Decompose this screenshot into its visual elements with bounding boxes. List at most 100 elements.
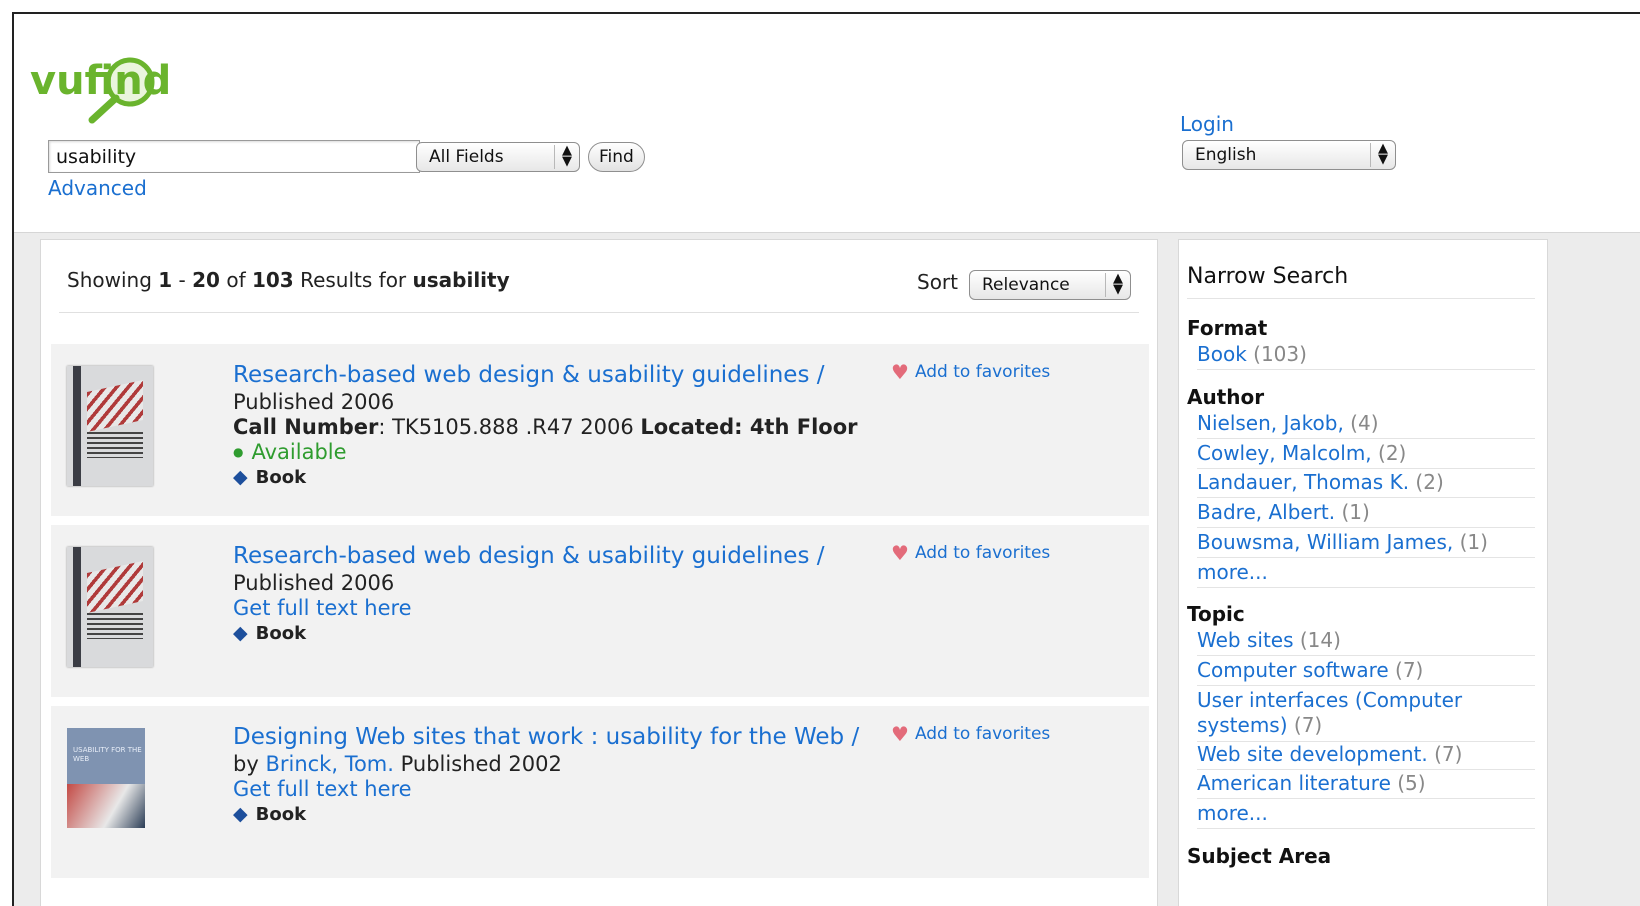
facet-divider [1187, 298, 1535, 299]
result-title-link[interactable]: Designing Web sites that work : usabilit… [233, 724, 859, 750]
result-published: Published 2006 [233, 390, 395, 414]
facet-label: Landauer, Thomas K. [1197, 470, 1410, 494]
location-label: Located: 4th Floor [640, 415, 858, 439]
range-end: 20 [192, 268, 220, 292]
facet-item[interactable]: Web site development. (7) [1197, 742, 1535, 770]
facet-label: Badre, Albert. [1197, 500, 1336, 524]
format-text: Book [255, 467, 307, 488]
book-cover-thumbnail[interactable] [67, 366, 153, 486]
results-divider [59, 312, 1139, 313]
availability-label: Available [251, 440, 347, 464]
sort-label: Sort [917, 270, 958, 294]
results-summary: Showing 1 - 20 of 103 Results for usabil… [67, 268, 510, 292]
facet-label: User interfaces (Computer [1197, 688, 1463, 712]
book-format-icon: ◆ [233, 622, 248, 644]
by-label: by [233, 752, 259, 776]
advanced-search-link[interactable]: Advanced [48, 176, 147, 200]
facet-item[interactable]: Badre, Albert. (1) [1197, 500, 1535, 528]
facet-count: (1) [1341, 500, 1370, 524]
facet-count: (7) [1293, 713, 1323, 737]
search-field-select[interactable]: All Fields ▲ ▼ [416, 142, 580, 172]
facet-count: (7) [1395, 658, 1424, 682]
add-to-favorites-link[interactable]: ♥ Add to favorites [891, 541, 1050, 565]
language-value: English [1195, 145, 1257, 165]
result-published: Published 2006 [233, 571, 395, 595]
find-button[interactable]: Find [588, 142, 645, 172]
facet-item[interactable]: Cowley, Malcolm, (2) [1197, 441, 1535, 469]
showing-label: Showing [67, 268, 152, 292]
format-label: ◆ Book [233, 622, 306, 644]
facet-heading-subject-area: Subject Area [1187, 844, 1332, 868]
search-input[interactable] [48, 140, 420, 173]
heart-icon: ♥ [891, 722, 909, 746]
author-link[interactable]: Brinck, Tom. [265, 752, 393, 776]
select-arrows-icon: ▲ ▼ [1370, 142, 1395, 167]
facet-count: (1) [1459, 530, 1488, 554]
results-total: 103 [251, 268, 294, 292]
call-number-label: Call Number [233, 415, 379, 439]
result-record: Research-based web design & usability gu… [51, 525, 1149, 697]
facet-count: (4) [1350, 411, 1379, 435]
sort-select[interactable]: Relevance ▲ ▼ [969, 270, 1131, 300]
cover-text: USABILITY FOR THE WEB [73, 746, 142, 763]
favorites-label: Add to favorites [914, 543, 1051, 563]
book-cover-thumbnail[interactable]: USABILITY FOR THE WEB [67, 728, 145, 828]
results-panel: Showing 1 - 20 of 103 Results for usabil… [40, 239, 1158, 906]
narrow-search-title: Narrow Search [1187, 264, 1349, 289]
facet-item[interactable]: American literature (5) [1197, 771, 1535, 799]
result-call-number: Call Number: TK5105.888 .R47 2006 Locate… [233, 415, 858, 439]
facet-more-link[interactable]: more... [1197, 560, 1535, 588]
facet-item[interactable]: Book (103) [1197, 342, 1535, 370]
range-start: 1 [158, 268, 173, 292]
facet-heading-format: Format [1187, 316, 1268, 340]
facet-count: (7) [1434, 742, 1463, 766]
format-label: ◆ Book [233, 466, 306, 488]
facet-item[interactable]: Web sites (14) [1197, 628, 1535, 656]
result-record: USABILITY FOR THE WEB Designing Web site… [51, 706, 1149, 878]
login-link[interactable]: Login [1180, 112, 1234, 136]
sort-control: Sort [917, 270, 958, 294]
add-to-favorites-link[interactable]: ♥ Add to favorites [891, 360, 1050, 384]
result-published: Published 2002 [400, 752, 562, 776]
add-to-favorites-link[interactable]: ♥ Add to favorites [891, 722, 1050, 746]
facet-count: (14) [1299, 628, 1341, 652]
facet-label: Web sites [1197, 628, 1294, 652]
availability-status: ● Available [233, 440, 347, 464]
facet-label: American literature [1197, 771, 1391, 795]
format-label: ◆ Book [233, 803, 306, 825]
facet-item[interactable]: User interfaces (Computer systems) (7) [1197, 688, 1535, 742]
facet-label: Web site development. [1197, 742, 1428, 766]
result-title-link[interactable]: Research-based web design & usability gu… [233, 362, 825, 388]
sort-value: Relevance [982, 275, 1070, 295]
of-label: of [226, 268, 246, 292]
result-byline: by Brinck, Tom. Published 2002 [233, 752, 562, 776]
heart-icon: ♥ [891, 360, 909, 384]
app-frame: vufind All Fields ▲▼ Find Advanced Login… [12, 12, 1640, 906]
book-cover-thumbnail[interactable] [67, 547, 153, 667]
book-format-icon: ◆ [233, 803, 248, 825]
heart-icon: ♥ [891, 541, 909, 565]
results-query: usability [412, 268, 510, 292]
search-field-value: All Fields [429, 147, 504, 167]
logo-text: vufind [30, 58, 171, 104]
result-title-link[interactable]: Research-based web design & usability gu… [233, 543, 825, 569]
language-select[interactable]: English ▲ ▼ [1182, 140, 1396, 170]
facet-heading-author: Author [1187, 385, 1265, 409]
facet-item[interactable]: Landauer, Thomas K. (2) [1197, 470, 1535, 498]
format-text: Book [255, 804, 307, 825]
available-dot-icon: ● [233, 445, 244, 459]
format-text: Book [255, 623, 307, 644]
facet-item[interactable]: Nielsen, Jakob, (4) [1197, 411, 1535, 439]
full-text-link[interactable]: Get full text here [233, 777, 412, 801]
facet-label: Cowley, Malcolm, [1197, 441, 1372, 465]
full-text-link[interactable]: Get full text here [233, 596, 412, 620]
vufind-logo[interactable]: vufind [26, 36, 206, 126]
facet-item[interactable]: Bouwsma, William James, (1) [1197, 530, 1535, 558]
facet-heading-topic: Topic [1187, 602, 1245, 626]
facet-more-link[interactable]: more... [1197, 801, 1535, 829]
favorites-label: Add to favorites [914, 724, 1051, 744]
facet-count: (5) [1397, 771, 1426, 795]
favorites-label: Add to favorites [914, 362, 1051, 382]
facet-label: Book [1197, 342, 1247, 366]
facet-item[interactable]: Computer software (7) [1197, 658, 1535, 686]
